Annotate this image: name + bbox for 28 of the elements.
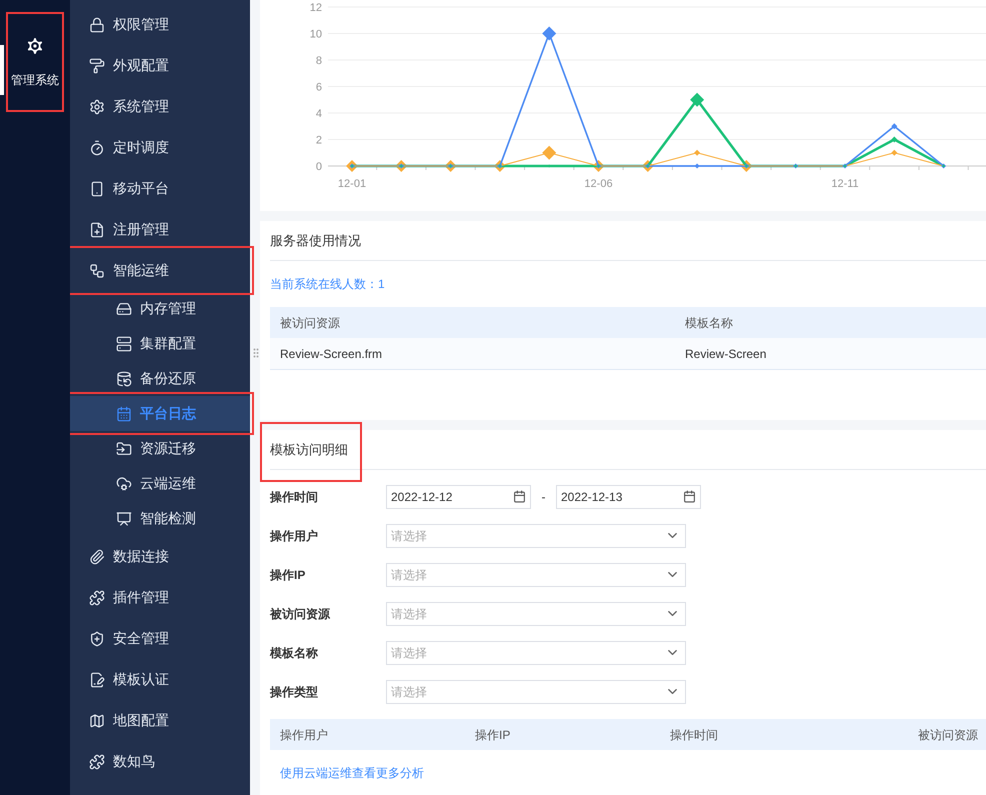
table-cell-text: Review-Screen.frm (279, 346, 384, 363)
column-header: 被访问资源 (279, 314, 341, 332)
field-label: 操作用户 (270, 528, 319, 544)
column-header: 操作用户 (279, 726, 329, 744)
field-label: 被访问资源 (270, 606, 331, 622)
y-tick-label: 8 (316, 55, 322, 67)
x-tick-label: 12-06 (584, 178, 613, 190)
x-tick-label: 12-01 (338, 178, 366, 190)
x-tick-label: 12-11 (831, 178, 859, 190)
column-header: 操作时间 (669, 726, 719, 744)
field-label: 操作类型 (270, 684, 319, 700)
y-tick-label: 4 (316, 108, 322, 120)
field-label: 模板名称 (270, 644, 319, 662)
section-title: 服务器使用情况 (270, 221, 986, 262)
column-header: 模板名称 (684, 314, 734, 332)
y-tick-label: 0 (316, 161, 322, 173)
column-header: 操作IP (474, 726, 512, 744)
section-title: 模板访问明细 (270, 442, 348, 456)
range-separator: - (540, 488, 546, 506)
y-tick-label: 2 (316, 134, 322, 146)
column-header: 被访问资源 (917, 726, 979, 744)
field-label: 操作IP (270, 566, 306, 584)
y-tick-label: 6 (316, 82, 322, 94)
online-users-text: 当前系统在线人数：1 (270, 276, 386, 294)
field-label: 操作时间 (270, 488, 319, 506)
table-cell-text: Review-Screen (684, 346, 768, 363)
y-tick-label: 12 (310, 2, 322, 14)
y-tick-label: 10 (310, 28, 322, 40)
